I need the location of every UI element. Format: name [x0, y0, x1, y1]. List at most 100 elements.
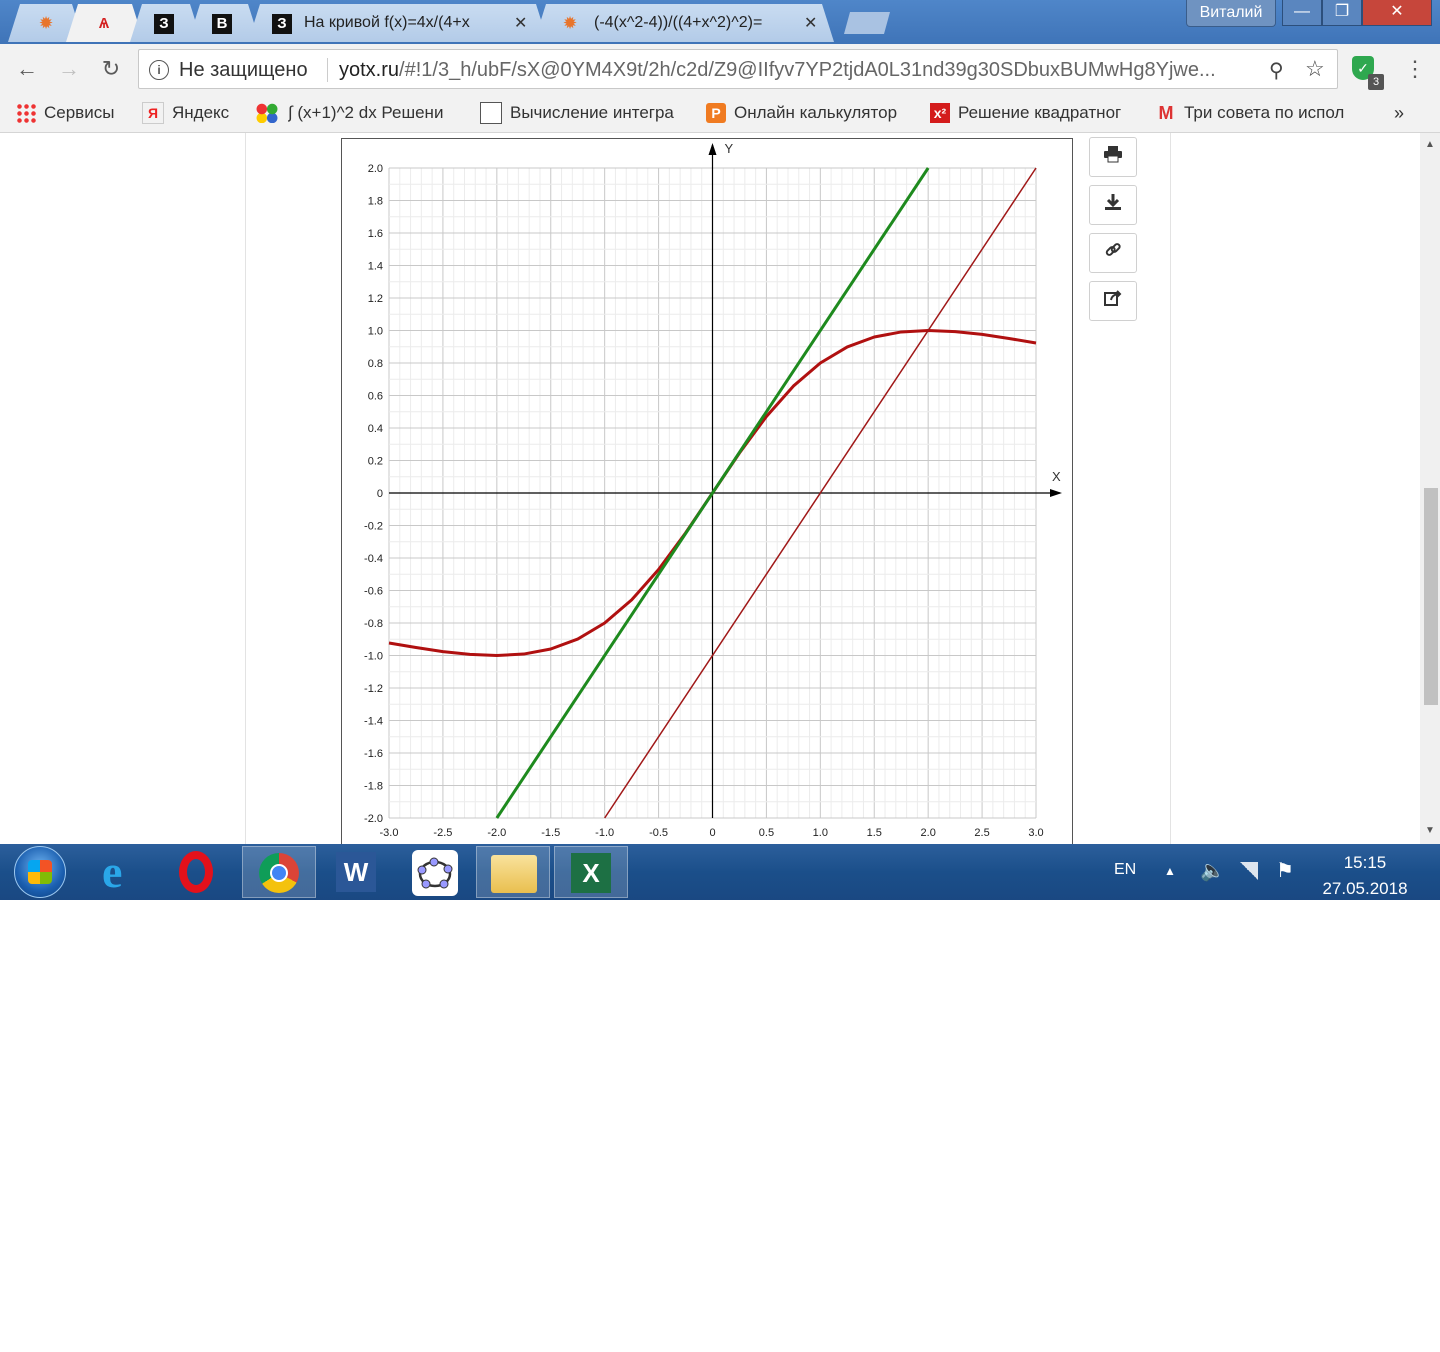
forward-icon[interactable]: →: [56, 56, 82, 82]
sun-icon: ✹: [563, 15, 577, 32]
bookmark-integral-calc[interactable]: Вычисление интегра: [480, 102, 680, 124]
y-axis-label: Y: [725, 141, 734, 156]
opera-icon: [179, 851, 213, 893]
address-bar[interactable]: i Не защищено yotx.ru/#!1/3_h/ubF/sX@0YM…: [138, 49, 1338, 89]
balls-icon: [254, 103, 280, 123]
url-text[interactable]: yotx.ru/#!1/3_h/ubF/sX@0YM4X9t/2h/c2d/Z9…: [339, 59, 1249, 82]
restore-button[interactable]: ❐: [1322, 0, 1362, 26]
bookmarks-more-button[interactable]: »: [1394, 102, 1404, 124]
bookmark-gmail[interactable]: M Три совета по испол: [1156, 102, 1354, 124]
bookmarks-bar: Сервисы Я Яндекс ∫ (x+1)^2 dx Решени Выч…: [0, 94, 1440, 133]
new-tab-button[interactable]: [844, 12, 890, 34]
download-icon: [1103, 194, 1123, 215]
tab-z2[interactable]: З На кривой f(x)=4x/(4+x ✕: [248, 4, 548, 42]
taskbar-word[interactable]: W: [320, 846, 394, 898]
y-tick-label: -1.2: [364, 683, 383, 695]
sun-icon: ✹: [39, 15, 53, 32]
close-icon[interactable]: ✕: [514, 13, 527, 33]
bookmark-integral[interactable]: ∫ (x+1)^2 dx Решени: [254, 102, 458, 124]
scroll-thumb[interactable]: [1424, 488, 1438, 705]
taskbar-opera[interactable]: [166, 846, 240, 898]
tab-title: На кривой f(x)=4x/(4+x: [304, 14, 470, 31]
x-tick-label: -3.0: [380, 827, 399, 839]
bookmark-apps[interactable]: Сервисы: [16, 102, 114, 124]
restore-icon: ❐: [1334, 3, 1350, 20]
scroll-up-icon[interactable]: ▲: [1425, 139, 1435, 150]
y-tick-label: -1.8: [364, 781, 383, 793]
tray-expand-icon[interactable]: ▲: [1164, 864, 1176, 878]
x-axis-label: X: [1052, 469, 1061, 484]
function-plot[interactable]: X Y -3.0 -2.5 -2.0 -1.5 -1.0 -0.5 0 0.5 1.0 1.5 2.0 2…: [342, 139, 1072, 844]
x-squared-icon: x²: [930, 103, 950, 123]
url-host: yotx.ru: [339, 59, 400, 81]
x-tick-label: -2.0: [487, 827, 506, 839]
taskbar-geogebra[interactable]: [398, 846, 472, 898]
taskbar-explorer[interactable]: [476, 846, 550, 898]
menu-icon[interactable]: ⋮: [1404, 56, 1426, 82]
y-tick-label: -0.4: [364, 553, 383, 565]
x-tick-label: 3.0: [1028, 827, 1043, 839]
back-icon[interactable]: ←: [14, 56, 40, 82]
clock[interactable]: 15:15 27.05.2018: [1312, 850, 1418, 902]
x-tick-label: 2.5: [974, 827, 989, 839]
clock-time: 15:15: [1343, 853, 1387, 872]
taskbar-ie[interactable]: e: [88, 846, 162, 898]
page-viewport: X Y -3.0 -2.5 -2.0 -1.5 -1.0 -0.5 0 0.5 1.0 1.5 2.0 2…: [0, 133, 1420, 844]
bookmark-calculator[interactable]: P Онлайн калькулятор: [706, 102, 904, 124]
y-tick-label: 2.0: [368, 163, 383, 175]
print-button[interactable]: [1089, 137, 1137, 177]
tab-title: (-4(x^2-4))/((4+x^2)^2)=: [594, 14, 763, 31]
start-button[interactable]: [14, 846, 66, 898]
vertical-scrollbar[interactable]: ▲ ▼: [1420, 133, 1440, 844]
y-tick-label: 1.6: [368, 228, 383, 240]
share-button[interactable]: [1089, 281, 1137, 321]
y-tick-label: 0.6: [368, 391, 383, 403]
y-tick-label: 1.2: [368, 293, 383, 305]
close-icon[interactable]: ✕: [804, 13, 817, 33]
language-indicator[interactable]: EN: [1114, 861, 1136, 879]
excel-icon: X: [571, 853, 611, 893]
bookmark-yandex[interactable]: Я Яндекс: [142, 102, 229, 124]
divider: [327, 58, 328, 82]
security-label[interactable]: Не защищено: [179, 59, 308, 82]
share-icon: [1103, 290, 1123, 311]
x-tick-label: 0: [709, 827, 715, 839]
link-button[interactable]: [1089, 233, 1137, 273]
minimize-button[interactable]: —: [1282, 0, 1322, 26]
bookmark-quadratic[interactable]: x² Решение квадратног: [930, 102, 1128, 124]
volume-icon[interactable]: 🔈: [1200, 858, 1225, 883]
star-icon[interactable]: ☆: [1305, 56, 1325, 82]
y-tick-label: 1.8: [368, 196, 383, 208]
action-center-flag-icon[interactable]: ⚑: [1276, 858, 1294, 883]
info-icon[interactable]: i: [149, 60, 169, 80]
page-icon: [480, 102, 502, 124]
x-tick-label: 1.5: [867, 827, 882, 839]
y-tick-label: 1.0: [368, 326, 383, 338]
network-icon[interactable]: [1240, 862, 1258, 880]
gmail-icon: M: [1158, 103, 1174, 123]
apps-grid-icon: [16, 103, 36, 123]
windows-taskbar: e W X ▲ 🔈 ⚑: [0, 844, 1440, 900]
y-tick-label: 0.8: [368, 358, 383, 370]
x-tick-label: 2.0: [921, 827, 936, 839]
graph-panel: X Y -3.0 -2.5 -2.0 -1.5 -1.0 -0.5 0 0.5 1.0 1.5 2.0 2…: [341, 138, 1073, 844]
axes: [389, 143, 1062, 818]
taskbar-chrome[interactable]: [242, 846, 316, 898]
download-button[interactable]: [1089, 185, 1137, 225]
internet-explorer-icon: e: [102, 846, 123, 897]
y-axis-arrow: [708, 143, 717, 155]
profile-button[interactable]: Виталий: [1186, 0, 1276, 27]
v-letter-icon: В: [212, 14, 232, 34]
x-tick-label: 1.0: [813, 827, 828, 839]
close-window-button[interactable]: ✕: [1362, 0, 1432, 26]
folder-icon: [491, 855, 537, 893]
scroll-down-icon[interactable]: ▼: [1425, 825, 1435, 836]
y-tick-label: -2.0: [364, 813, 383, 825]
taskbar-excel[interactable]: X: [554, 846, 628, 898]
reload-icon[interactable]: ↻: [98, 56, 124, 82]
x-tick-label: -0.5: [649, 827, 668, 839]
y-tick-label: -1.0: [364, 651, 383, 663]
tab-sun2[interactable]: ✹ (-4(x^2-4))/((4+x^2)^2)= ✕: [534, 4, 834, 42]
y-tick-label: -0.6: [364, 586, 383, 598]
zoom-icon[interactable]: ⚲: [1269, 58, 1284, 83]
